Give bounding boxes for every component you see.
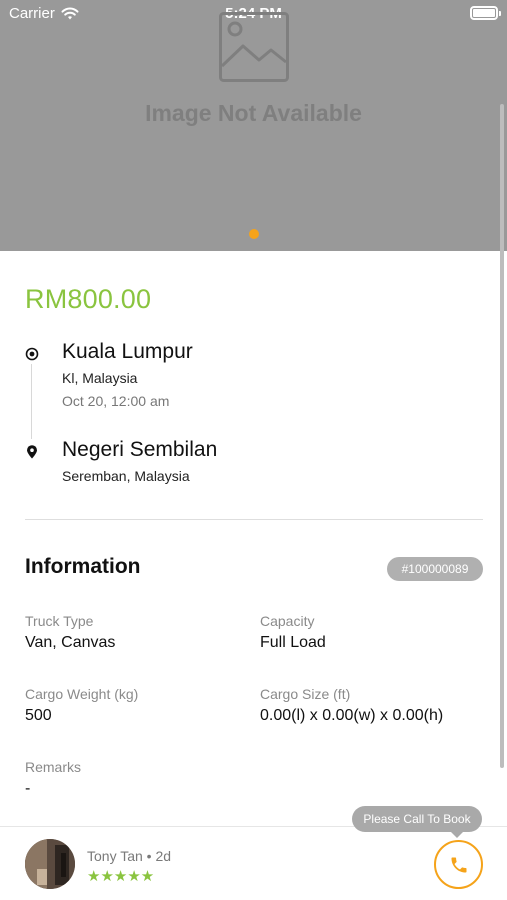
origin-target-icon [25,347,39,361]
remarks-value: - [25,780,31,797]
listing-image-carousel[interactable]: Carrier 5:24 PM Image Not Available [0,0,507,251]
origin-subtitle: Kl, Malaysia [62,370,138,386]
avatar-photo [25,839,75,889]
pickup-datetime: Oct 20, 12:00 am [62,393,170,409]
poster-name-time[interactable]: Tony Tan • 2d [87,848,171,864]
image-placeholder-text: Image Not Available [145,100,362,126]
listing-id-badge: #100000089 [387,557,483,581]
information-heading: Information [25,555,141,578]
route-connector-line [31,364,32,439]
remarks-field: Remarks - [25,759,81,798]
cargo-weight-value: 500 [25,707,52,724]
image-placeholder-icon [219,12,289,82]
cargo-size-label: Cargo Size (ft) [260,686,351,702]
remarks-label: Remarks [25,759,82,775]
scrollbar[interactable] [500,104,504,768]
destination-title: Negeri Sembilan [62,438,218,461]
truck-type-label: Truck Type [25,613,94,629]
capacity-label: Capacity [260,613,315,629]
avatar[interactable] [25,839,75,889]
capacity-field: Capacity Full Load [260,613,326,652]
origin-title: Kuala Lumpur [62,340,193,363]
rating-stars: ★★★★★ [87,868,155,885]
cargo-size-field: Cargo Size (ft) 0.00(l) x 0.00(w) x 0.00… [260,686,443,725]
destination-subtitle: Seremban, Malaysia [62,468,190,484]
cargo-weight-field: Cargo Weight (kg) 500 [25,686,138,725]
phone-icon [451,857,466,872]
cargo-size-value: 0.00(l) x 0.00(w) x 0.00(h) [260,707,444,724]
carousel-page-indicator[interactable] [249,229,259,239]
truck-type-field: Truck Type Van, Canvas [25,613,115,652]
battery-icon [470,6,501,20]
section-divider [25,519,483,520]
capacity-value: Full Load [260,634,326,651]
location-pin-icon [27,445,37,459]
call-to-book-tooltip: Please Call To Book [352,806,482,838]
listing-price: RM800.00 [25,284,152,314]
call-button[interactable] [434,840,483,889]
truck-type-value: Van, Canvas [25,634,116,651]
cargo-weight-label: Cargo Weight (kg) [25,686,139,702]
